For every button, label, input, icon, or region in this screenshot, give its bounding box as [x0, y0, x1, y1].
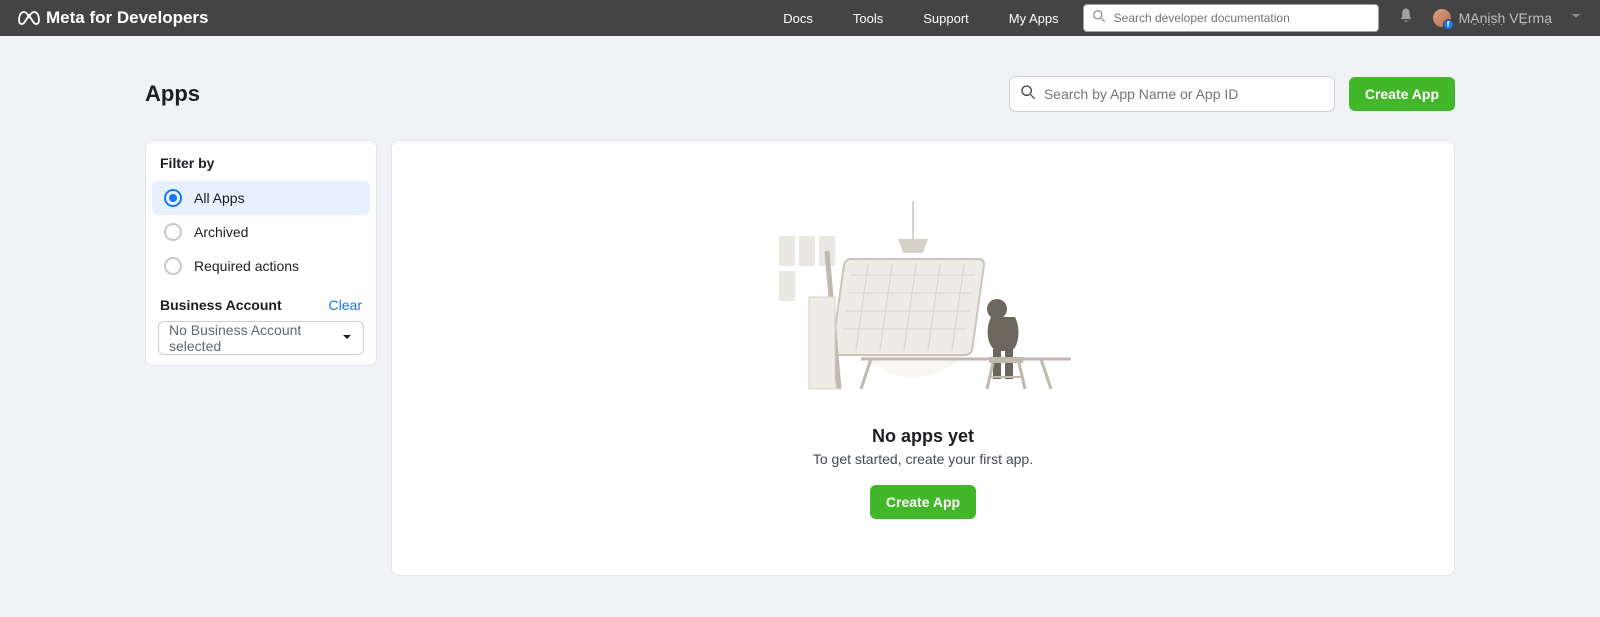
nav-search-input[interactable]: [1114, 11, 1370, 25]
nav-link-docs[interactable]: Docs: [783, 11, 813, 26]
radio-icon: [164, 223, 182, 241]
filter-label: Archived: [194, 224, 248, 240]
facebook-badge-icon: f: [1443, 19, 1454, 30]
business-account-header: Business Account Clear: [152, 283, 370, 321]
radio-icon: [164, 257, 182, 275]
notifications-icon[interactable]: [1397, 7, 1415, 30]
main-panel: No apps yet To get started, create your …: [391, 140, 1455, 576]
user-name: MA̱ṇịṣḥ VE̱rmạ: [1459, 10, 1552, 26]
business-account-select[interactable]: No Business Account selected: [158, 321, 364, 355]
brand[interactable]: Meta for Developers: [18, 8, 209, 28]
search-icon: [1020, 84, 1036, 105]
page-title: Apps: [145, 81, 200, 107]
business-account-value: No Business Account selected: [169, 322, 341, 354]
radio-icon: [164, 189, 182, 207]
nav-links: Docs Tools Support My Apps: [783, 11, 1058, 26]
filter-label: Required actions: [194, 258, 299, 274]
filter-required-actions[interactable]: Required actions: [152, 249, 370, 283]
clear-link[interactable]: Clear: [329, 297, 362, 313]
filter-archived[interactable]: Archived: [152, 215, 370, 249]
filter-sidebar: Filter by All Apps Archived Required act…: [145, 140, 377, 366]
top-nav: Meta for Developers Docs Tools Support M…: [0, 0, 1600, 36]
chevron-down-icon[interactable]: [1570, 9, 1582, 27]
search-icon: [1092, 9, 1106, 28]
nav-link-tools[interactable]: Tools: [853, 11, 883, 26]
app-search[interactable]: [1009, 76, 1335, 112]
user-menu[interactable]: f MA̱ṇịṣḥ VE̱rmạ: [1433, 9, 1552, 27]
page-header: Apps Create App: [145, 76, 1455, 112]
nav-link-myapps[interactable]: My Apps: [1009, 11, 1059, 26]
business-account-label: Business Account: [160, 297, 282, 313]
empty-title: No apps yet: [872, 426, 974, 447]
chevron-down-icon: [341, 330, 353, 346]
app-search-input[interactable]: [1044, 86, 1324, 102]
filter-label: All Apps: [194, 190, 245, 206]
empty-subtitle: To get started, create your first app.: [813, 451, 1033, 467]
create-app-button-empty[interactable]: Create App: [870, 485, 976, 519]
meta-logo-icon: [18, 11, 40, 25]
brand-text: Meta for Developers: [46, 8, 209, 28]
nav-search[interactable]: [1083, 4, 1379, 32]
nav-link-support[interactable]: Support: [923, 11, 969, 26]
empty-illustration: [773, 201, 1073, 396]
create-app-button[interactable]: Create App: [1349, 77, 1455, 111]
avatar: f: [1433, 9, 1451, 27]
filter-all-apps[interactable]: All Apps: [152, 181, 370, 215]
filter-title: Filter by: [152, 155, 370, 181]
